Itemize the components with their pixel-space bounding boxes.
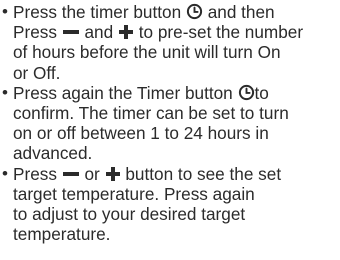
item2-text-d: on or off between 1 to 24 hours in xyxy=(13,123,269,144)
item2-text-e: advanced. xyxy=(13,143,93,164)
item2-text-c: confirm. The timer can be set to turn xyxy=(13,103,289,123)
item2-line3: on or off between 1 to 24 hours in xyxy=(13,123,269,143)
item1-text-e: to pre-set the number xyxy=(138,22,304,43)
plus-icon xyxy=(118,24,134,40)
bullet: • xyxy=(2,163,8,183)
item1-line1: • Press the timer button and then xyxy=(2,2,275,22)
item2-text-a: Press again the Timer button xyxy=(13,82,233,103)
item1-text-d: and xyxy=(84,22,114,43)
bullet: • xyxy=(2,82,8,102)
item2-line4: advanced. xyxy=(13,143,92,163)
item2-line1: • Press again the Timer button to xyxy=(2,82,269,103)
minus-icon xyxy=(62,24,80,40)
clock-icon xyxy=(238,84,255,101)
item1-line3: of hours before the unit will turn On xyxy=(13,42,281,62)
item3-text-c: button to see the set xyxy=(125,163,282,184)
bullet: • xyxy=(2,2,8,21)
item1-text-c: Press xyxy=(13,22,57,43)
item2-line2: confirm. The timer can be set to turn xyxy=(13,103,289,123)
item3-line3: to adjust to your desired target xyxy=(13,204,245,224)
item1-line2: Press and to pre-set the number xyxy=(13,22,303,42)
item3-text-b: or xyxy=(84,163,100,184)
item1-text-b: and then xyxy=(207,2,275,22)
item3-line4: temperature. xyxy=(13,224,110,244)
item1-text-g: or Off. xyxy=(13,62,61,83)
item3-text-e: to adjust to your desired target xyxy=(13,204,246,224)
item1-text-f: of hours before the unit will turn On xyxy=(13,42,281,63)
minus-icon xyxy=(62,166,80,182)
item1-text-a: Press the timer button xyxy=(13,2,182,22)
item3-text-f: temperature. xyxy=(13,224,111,245)
item1-line4: or Off. xyxy=(13,63,60,83)
item3-text-a: Press xyxy=(13,163,57,184)
item2-text-b: to xyxy=(254,82,269,103)
instruction-list: • Press the timer button and then Press … xyxy=(0,0,340,260)
item3-text-d: target temperature. Press again xyxy=(13,183,255,204)
item3-line2: target temperature. Press again xyxy=(13,184,255,204)
clock-icon xyxy=(186,3,203,20)
plus-icon xyxy=(105,166,121,182)
item3-line1: • Press or button to see the set xyxy=(2,163,282,184)
